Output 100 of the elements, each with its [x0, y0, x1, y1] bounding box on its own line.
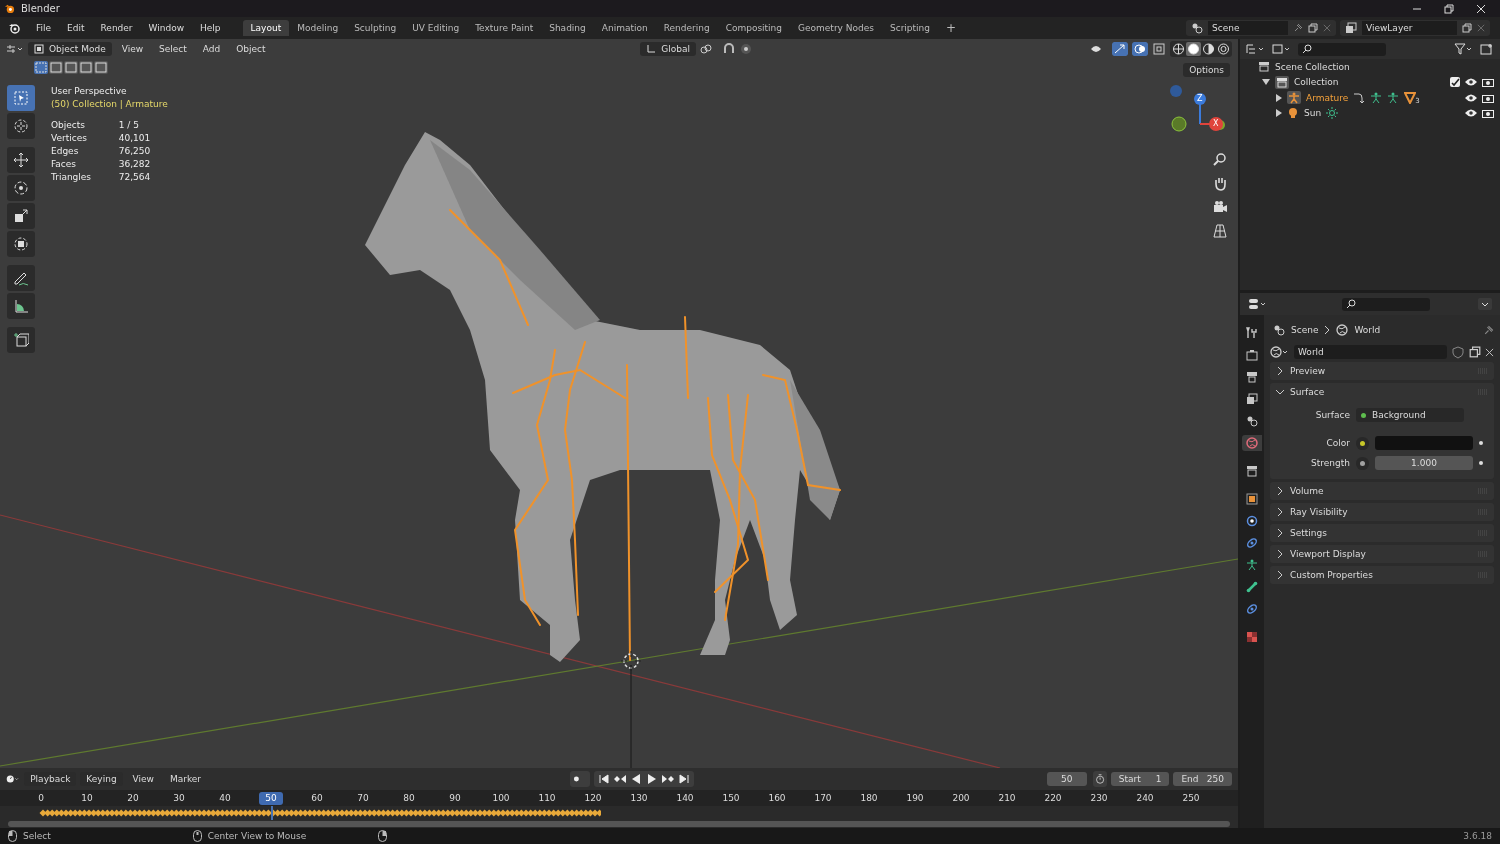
menu-item[interactable]: Edit	[61, 23, 91, 33]
panel-header[interactable]: Volume	[1270, 482, 1494, 500]
workspace-tab[interactable]: Animation	[593, 20, 656, 36]
eye-icon[interactable]	[1465, 77, 1477, 88]
curved-arrow-icon[interactable]	[1353, 91, 1366, 104]
half-sphere-icon[interactable]	[1201, 41, 1216, 56]
pin-icon[interactable]	[1483, 324, 1494, 336]
menu-item[interactable]: Marker	[163, 774, 208, 784]
eye-icon[interactable]	[1465, 108, 1477, 119]
workspace-tab[interactable]: Shading	[541, 20, 594, 36]
rotate-icon[interactable]	[7, 175, 35, 201]
select-box-icon[interactable]	[7, 85, 35, 111]
3d-viewport[interactable]: Object Mode View Select Add Object Global Options User Perspective (50) Collection | Armature Objects 1 / 5 Vertices 40,101 Edges 76,250 Faces 36,282 Triangles 72,564 Z X	[0, 39, 1238, 768]
workspace-tab[interactable]: Scripting	[881, 20, 938, 36]
camera-icon[interactable]	[1482, 92, 1494, 103]
menu-item[interactable]: View	[115, 43, 150, 54]
globe-icon[interactable]	[1270, 346, 1290, 358]
selection-mode-icon[interactable]	[34, 61, 48, 74]
number-field[interactable]: 1.000	[1375, 456, 1473, 470]
panel-header[interactable]: Ray Visibility	[1270, 503, 1494, 521]
menu-item[interactable]: Add	[196, 43, 227, 54]
menu-dropdown[interactable]: Playback	[24, 772, 77, 786]
shield-icon[interactable]	[1451, 345, 1465, 359]
figure-icon[interactable]	[1387, 91, 1400, 104]
workspace-tab[interactable]: UV Editing	[404, 20, 468, 36]
workspace-tab[interactable]: Layout	[242, 20, 290, 36]
axis-handle-icon[interactable]	[1170, 85, 1182, 97]
workspace-tab[interactable]: Rendering	[655, 20, 718, 36]
workspace-tab[interactable]: Modeling	[289, 20, 347, 36]
menu-item[interactable]: Select	[153, 43, 193, 54]
panel-header[interactable]: Preview	[1270, 362, 1494, 380]
menu-item[interactable]: View	[126, 774, 160, 784]
overlay-toggle-icon[interactable]	[1132, 41, 1148, 56]
pencil-icon[interactable]	[7, 265, 35, 291]
camera-icon[interactable]	[1212, 199, 1228, 215]
keyframe-dot[interactable]	[1479, 441, 1483, 445]
selection-mode-icon[interactable]	[94, 61, 108, 74]
options-dropdown[interactable]: Options	[1183, 63, 1230, 77]
workspace-tab[interactable]: Geometry Nodes	[790, 20, 882, 36]
copy-icon[interactable]	[1469, 346, 1481, 358]
editor-type-icon[interactable]	[1248, 298, 1268, 310]
proportional-icon[interactable]	[740, 42, 752, 55]
prev-keyframe-icon[interactable]	[612, 773, 627, 785]
view-layer-selector[interactable]: ViewLayer	[1340, 20, 1490, 36]
current-frame-field[interactable]: 50	[1046, 772, 1087, 786]
workspace-tab[interactable]: Compositing	[717, 20, 791, 36]
camera-icon[interactable]	[1482, 108, 1494, 119]
pin-icon[interactable]	[1293, 23, 1303, 33]
search-field[interactable]	[1298, 42, 1386, 56]
menu-item[interactable]: File	[30, 23, 58, 33]
checkbox[interactable]	[1450, 77, 1460, 88]
cube-icon[interactable]	[7, 327, 35, 353]
filter-icon[interactable]	[1454, 43, 1474, 55]
start-frame-field[interactable]: Start 1	[1110, 772, 1170, 786]
clock-icon[interactable]	[6, 773, 21, 785]
outliner-item[interactable]: Scene Collection	[1275, 61, 1350, 72]
selection-mode-icon[interactable]	[49, 61, 63, 74]
outliner-item[interactable]: Sun	[1304, 108, 1322, 119]
stopwatch-icon[interactable]	[1092, 771, 1107, 787]
gizmo-toggle-icon[interactable]	[1112, 41, 1128, 56]
scale-icon[interactable]	[7, 203, 35, 229]
filter-view-icon[interactable]	[1272, 43, 1292, 55]
display-mode-icon[interactable]	[1246, 43, 1266, 55]
mode-dropdown[interactable]: Object Mode	[28, 41, 112, 56]
panel-header[interactable]: Settings	[1270, 524, 1494, 542]
solid-sphere-icon[interactable]	[1186, 41, 1201, 56]
jump-start-icon[interactable]	[596, 773, 611, 785]
expand-triangle-icon[interactable]	[1262, 78, 1270, 87]
timeline-scrollbar[interactable]	[8, 821, 1230, 827]
menu-item[interactable]: Render	[94, 23, 139, 33]
outliner-item[interactable]: Collection	[1294, 77, 1339, 88]
ruler-icon[interactable]	[7, 293, 35, 319]
transform-icon[interactable]	[7, 231, 35, 257]
workspace-tab[interactable]: Texture Paint	[467, 20, 542, 36]
shader-dropdown[interactable]: Background	[1356, 408, 1464, 422]
selection-mode-icon[interactable]	[79, 61, 93, 74]
camera-icon[interactable]	[1482, 77, 1494, 88]
panel-header[interactable]: Custom Properties	[1270, 566, 1494, 584]
eye-icon[interactable]	[1465, 92, 1477, 103]
menu-dropdown[interactable]: Keying	[80, 772, 123, 786]
keyframe-dot[interactable]	[1479, 461, 1483, 465]
new-collection-icon[interactable]	[1480, 43, 1494, 55]
panel-header[interactable]: Viewport Display	[1270, 545, 1494, 563]
figure-icon[interactable]	[1370, 91, 1383, 104]
orientation-dropdown[interactable]: Global	[640, 41, 696, 56]
jump-end-icon[interactable]	[676, 773, 691, 785]
copy-icon[interactable]	[1308, 23, 1318, 33]
datablock-name-field[interactable]: World	[1294, 345, 1447, 359]
record-icon[interactable]	[570, 771, 590, 787]
cursor-icon[interactable]	[7, 113, 35, 139]
triangle-icon[interactable]	[1404, 91, 1417, 104]
copy-icon[interactable]	[1462, 23, 1472, 33]
sun-icon[interactable]	[1326, 107, 1339, 120]
move-icon[interactable]	[7, 147, 35, 173]
magnet-icon[interactable]	[722, 42, 736, 55]
search-field[interactable]	[1342, 297, 1430, 311]
chevron-down-icon[interactable]	[1478, 298, 1492, 310]
next-keyframe-icon[interactable]	[660, 773, 675, 785]
editor-type-icon[interactable]	[6, 42, 24, 55]
ring-sphere-icon[interactable]	[1216, 41, 1231, 56]
